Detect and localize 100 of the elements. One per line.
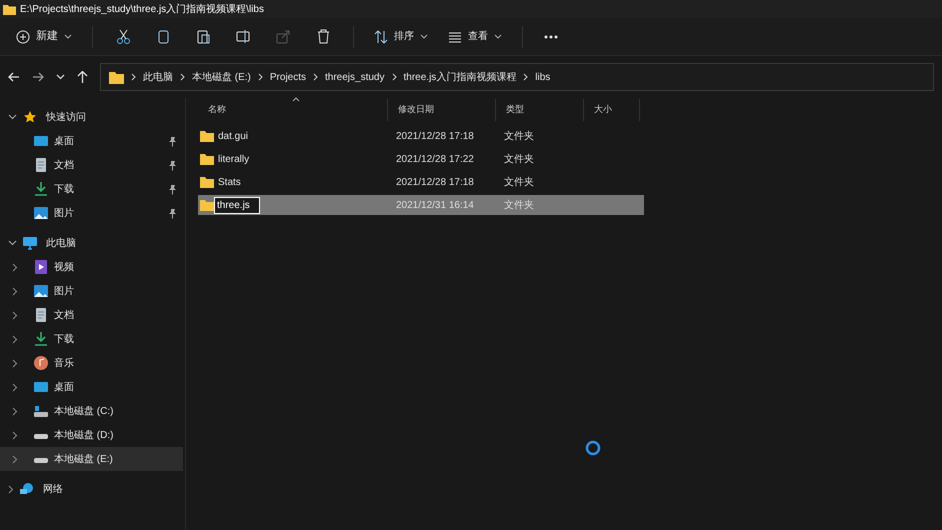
sidebar-item[interactable]: 下载 xyxy=(0,177,183,201)
breadcrumb[interactable]: three.js入门指南视频课程 xyxy=(404,70,516,84)
chevron-right-icon[interactable] xyxy=(12,334,18,344)
sidebar-item[interactable]: 此电脑 xyxy=(0,231,185,255)
file-row[interactable]: literally 2021/12/28 17:22 文件夹 xyxy=(198,149,644,169)
file-row[interactable]: three.js 2021/12/31 16:14 文件夹 xyxy=(198,195,644,215)
file-type: 文件夹 xyxy=(503,176,535,190)
view-button[interactable]: 查看 xyxy=(440,22,510,50)
trash-icon[interactable] xyxy=(316,29,330,44)
chevron-right-icon[interactable] xyxy=(12,406,18,416)
breadcrumb[interactable]: threejs_study xyxy=(325,70,384,84)
forward-arrow-icon[interactable] xyxy=(32,71,44,83)
column-header[interactable]: 类型 xyxy=(496,99,584,121)
caret-icon xyxy=(64,34,72,39)
sort-arrows-icon xyxy=(374,30,388,44)
computer-icon xyxy=(23,236,37,250)
column-header[interactable]: 名称 xyxy=(198,99,388,121)
chevron-down-icon[interactable] xyxy=(8,114,17,120)
folder-icon xyxy=(109,70,124,84)
modified-date: 2021/12/28 17:18 xyxy=(395,176,475,190)
sidebar-item[interactable]: 图片 xyxy=(0,201,183,225)
sidebar-item[interactable]: 文档 xyxy=(0,153,183,177)
download-icon xyxy=(34,182,48,196)
more-icon[interactable] xyxy=(544,34,558,38)
breadcrumb[interactable]: Projects xyxy=(270,70,306,84)
sidebar-item[interactable]: 本地磁盘 (D:) xyxy=(0,423,183,447)
modified-date: 2021/12/28 17:18 xyxy=(395,130,475,144)
chevron-right-icon[interactable] xyxy=(12,454,18,464)
chevron-right-icon[interactable] xyxy=(8,484,14,494)
chevron-right-icon xyxy=(523,73,528,81)
chevron-down-icon[interactable] xyxy=(8,240,17,246)
video-icon xyxy=(34,260,48,274)
column-header[interactable]: 修改日期 xyxy=(388,99,496,121)
chevron-right-icon[interactable] xyxy=(12,430,18,440)
breadcrumb[interactable]: libs xyxy=(535,70,550,84)
system-drive-icon xyxy=(34,404,48,418)
file-type: 文件夹 xyxy=(503,198,535,212)
chevron-right-icon[interactable] xyxy=(12,286,18,296)
sidebar-item[interactable]: 本地磁盘 (C:) xyxy=(0,399,183,423)
file-name: Stats xyxy=(218,176,241,190)
music-icon xyxy=(34,356,48,370)
chevron-right-icon xyxy=(313,73,318,81)
chevron-right-icon xyxy=(131,73,136,81)
new-button[interactable]: 新建 xyxy=(8,22,80,50)
folder-icon xyxy=(200,130,214,142)
modified-date: 2021/12/28 17:22 xyxy=(395,152,475,166)
sidebar-item[interactable]: 音乐 xyxy=(0,351,183,375)
chevron-right-icon[interactable] xyxy=(12,358,18,368)
file-row[interactable]: dat.gui 2021/12/28 17:18 文件夹 xyxy=(198,126,644,146)
chevron-right-icon xyxy=(258,73,263,81)
file-name: dat.gui xyxy=(218,130,248,144)
sidebar-item[interactable]: 本地磁盘 (E:) xyxy=(0,447,183,471)
rename-icon[interactable] xyxy=(236,29,250,44)
picture-icon xyxy=(34,206,48,220)
breadcrumb[interactable]: 本地磁盘 (E:) xyxy=(192,70,251,84)
sidebar-item[interactable]: 视频 xyxy=(0,255,183,279)
folder-icon xyxy=(3,4,16,14)
sidebar-item[interactable]: 快速访问 xyxy=(0,105,185,129)
document-icon xyxy=(34,308,48,322)
folder-icon xyxy=(200,199,214,211)
breadcrumb[interactable]: 此电脑 xyxy=(143,70,173,84)
chevron-right-icon[interactable] xyxy=(12,310,18,320)
download-icon xyxy=(34,332,48,346)
file-type: 文件夹 xyxy=(503,130,535,144)
window-title: E:\Projects\threejs_study\three.js入门指南视频课程\libs xyxy=(20,2,264,16)
file-name: literally xyxy=(218,152,250,166)
document-icon xyxy=(34,158,48,172)
modified-date: 2021/12/31 16:14 xyxy=(395,198,475,212)
desktop-icon xyxy=(34,380,48,394)
scissors-icon[interactable] xyxy=(116,29,130,44)
folder-icon xyxy=(200,153,214,165)
star-icon xyxy=(23,110,37,124)
chevron-right-icon[interactable] xyxy=(12,382,18,392)
desktop-icon xyxy=(34,134,48,148)
caret-icon xyxy=(494,34,502,39)
plus-circle-icon xyxy=(16,30,30,44)
list-lines-icon xyxy=(448,30,462,44)
back-arrow-icon[interactable] xyxy=(8,71,20,83)
sidebar-item[interactable]: 桌面 xyxy=(0,375,183,399)
sort-button[interactable]: 排序 xyxy=(366,22,436,50)
rename-field[interactable]: three.js xyxy=(214,196,260,214)
chevron-right-icon xyxy=(180,73,185,81)
sidebar-item[interactable]: 桌面 xyxy=(0,129,183,153)
sidebar-item[interactable]: 网络 xyxy=(0,477,185,501)
column-header[interactable]: 大小 xyxy=(584,99,640,121)
file-type: 文件夹 xyxy=(503,152,535,166)
chevron-right-icon xyxy=(392,73,396,81)
sidebar-item[interactable]: 图片 xyxy=(0,279,183,303)
up-arrow-icon[interactable] xyxy=(77,71,88,83)
copy-icon[interactable] xyxy=(156,29,170,44)
caret-icon xyxy=(420,34,428,39)
address-bar[interactable]: 此电脑 本地磁盘 (E:) Projects threejs_study three.js入门指南视频课程 libs xyxy=(100,63,934,91)
folder-icon xyxy=(200,176,214,188)
paste-icon[interactable] xyxy=(196,29,210,44)
network-icon xyxy=(20,482,34,496)
chevron-down-icon[interactable] xyxy=(56,74,65,80)
chevron-right-icon[interactable] xyxy=(12,262,18,272)
sidebar-item[interactable]: 文档 xyxy=(0,303,183,327)
sidebar-item[interactable]: 下载 xyxy=(0,327,183,351)
file-row[interactable]: Stats 2021/12/28 17:18 文件夹 xyxy=(198,172,644,192)
